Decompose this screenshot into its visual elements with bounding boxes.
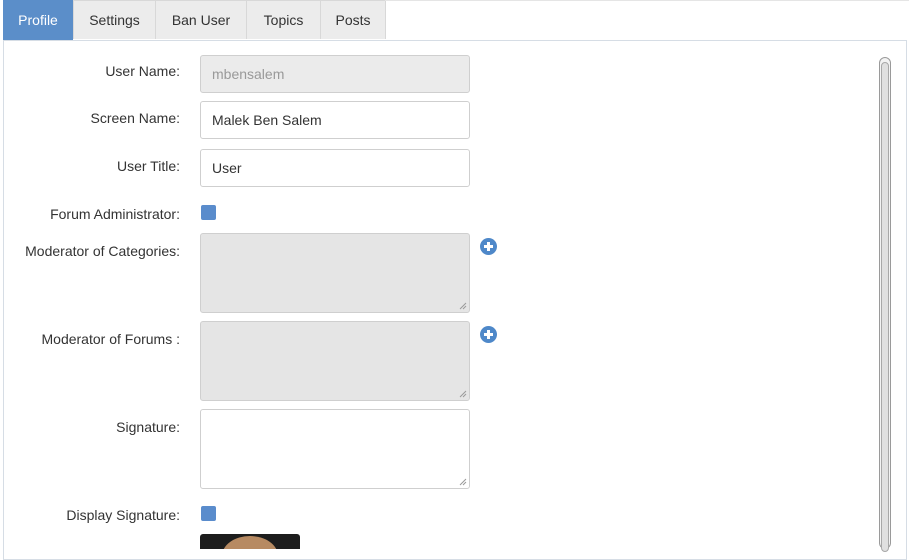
moderator-categories-label: Moderator of Categories: (25, 243, 180, 259)
scrollbar-thumb[interactable] (881, 62, 889, 552)
resize-grip-icon[interactable] (459, 478, 467, 486)
signature-textarea[interactable] (200, 409, 470, 489)
resize-grip-icon[interactable] (459, 390, 467, 398)
scrollbar[interactable] (879, 57, 891, 552)
forum-administrator-checkbox[interactable] (201, 205, 216, 220)
resize-grip-icon[interactable] (459, 302, 467, 310)
moderator-forums-label: Moderator of Forums : (41, 331, 181, 347)
signature-label: Signature: (116, 419, 180, 435)
display-signature-label: Display Signature: (66, 507, 180, 523)
tab-bar-divider (385, 0, 909, 1)
forum-administrator-label: Forum Administrator: (50, 206, 180, 222)
moderator-forums-field[interactable] (200, 321, 470, 401)
screen-name-field[interactable] (200, 101, 470, 139)
display-signature-checkbox[interactable] (201, 506, 216, 521)
screen-name-label: Screen Name: (90, 110, 180, 126)
user-title-field[interactable] (200, 149, 470, 187)
tab-topics[interactable]: Topics (246, 0, 321, 39)
tab-ban-user[interactable]: Ban User (155, 0, 247, 39)
tab-profile[interactable]: Profile (3, 0, 73, 40)
add-forum-plus-icon[interactable] (480, 326, 497, 343)
tab-settings[interactable]: Settings (73, 0, 156, 39)
user-name-field (200, 55, 470, 93)
avatar-photo (222, 536, 278, 549)
moderator-categories-field[interactable] (200, 233, 470, 313)
user-name-label: User Name: (105, 63, 180, 79)
add-category-plus-icon[interactable] (480, 238, 497, 255)
user-title-label: User Title: (116, 158, 180, 174)
avatar[interactable] (200, 534, 300, 549)
tab-posts[interactable]: Posts (320, 0, 386, 39)
tab-bar: Profile Settings Ban User Topics Posts (3, 0, 909, 40)
